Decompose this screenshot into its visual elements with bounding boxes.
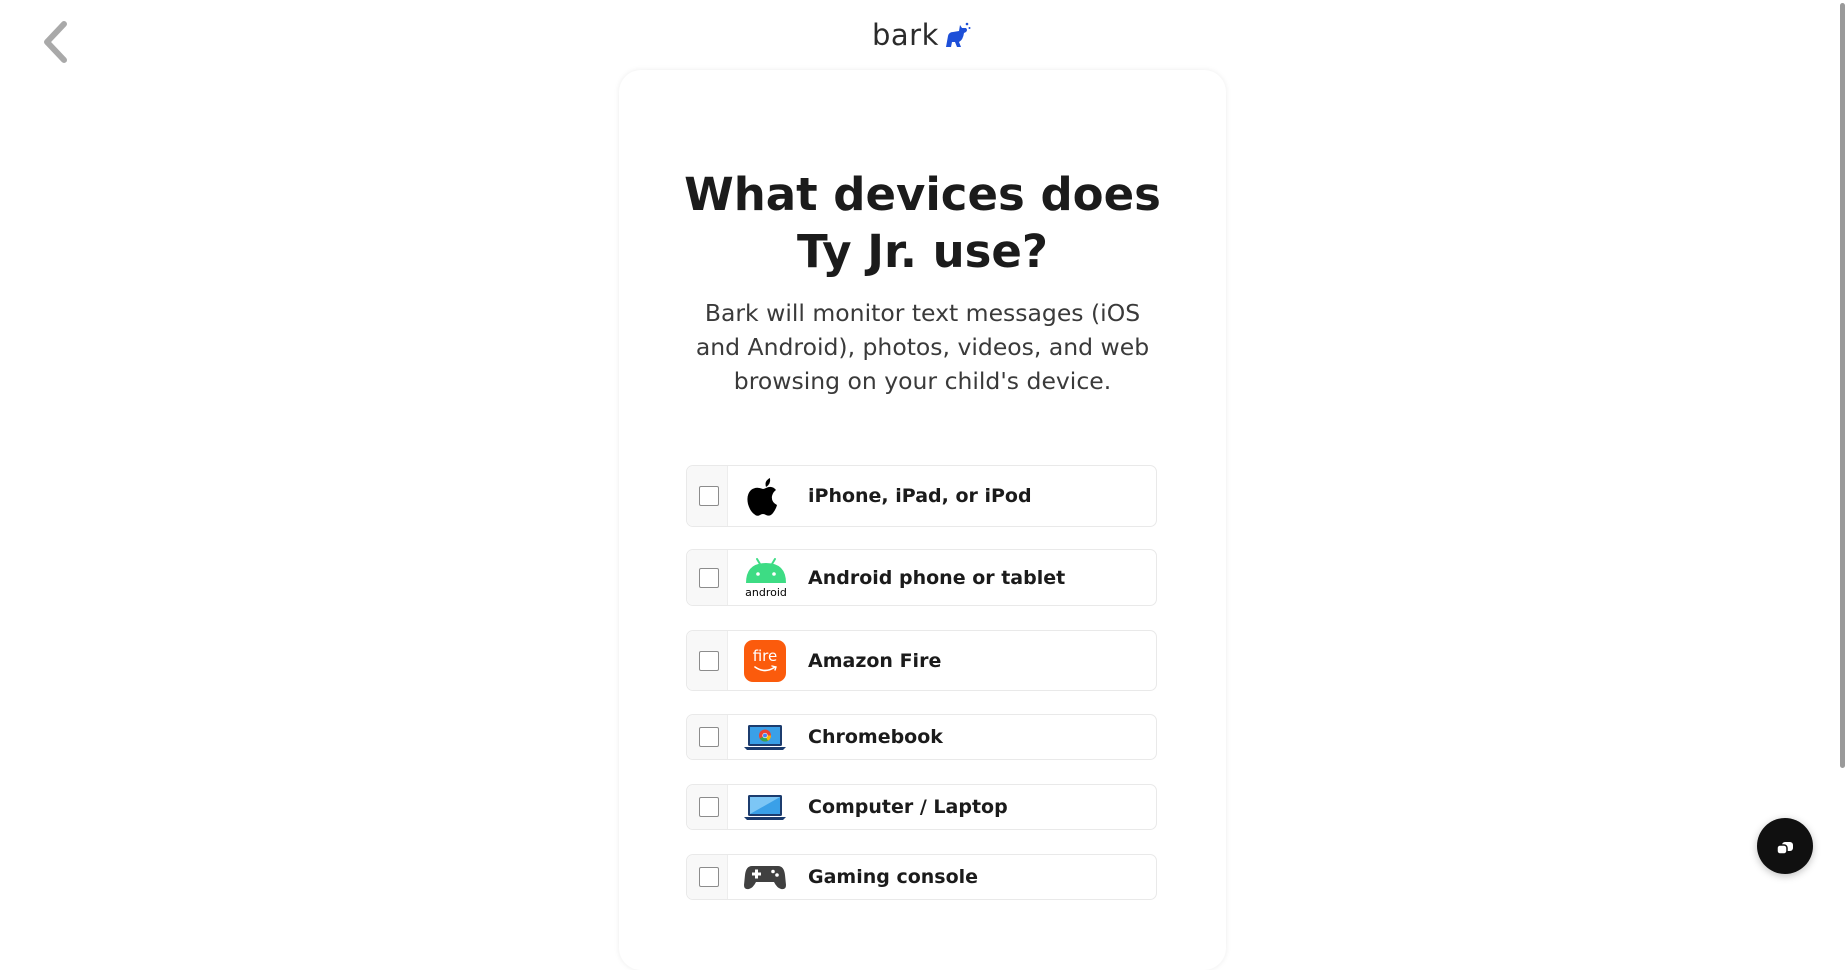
device-label: Android phone or tablet	[808, 566, 1066, 589]
device-option-amazon-fire[interactable]: fire Amazon Fire	[686, 630, 1157, 691]
bark-logo[interactable]: bark	[872, 18, 971, 52]
device-option-iphone[interactable]: iPhone, iPad, or iPod	[686, 465, 1157, 527]
device-label: Chromebook	[808, 726, 943, 748]
device-label: Amazon Fire	[808, 649, 942, 672]
scrollbar-thumb[interactable]	[1840, 3, 1845, 768]
checkbox-cell	[687, 466, 728, 526]
page-title: What devices does Ty Jr. use?	[619, 166, 1226, 280]
android-icon: android	[744, 556, 788, 600]
device-label: Computer / Laptop	[808, 796, 1008, 818]
device-option-gaming-console[interactable]: Gaming console	[686, 854, 1157, 900]
device-option-laptop[interactable]: Computer / Laptop	[686, 784, 1157, 830]
fire-wordmark: fire	[752, 646, 778, 665]
apple-icon	[744, 475, 782, 521]
device-label: Gaming console	[808, 866, 979, 888]
laptop-icon	[744, 793, 786, 825]
page-scrollbar[interactable]	[1838, 0, 1847, 907]
dog-icon	[945, 22, 971, 47]
back-button[interactable]	[38, 20, 76, 64]
checkbox-cell	[687, 550, 728, 605]
device-selection-card: What devices does Ty Jr. use? Bark will …	[619, 70, 1226, 970]
device-checkbox[interactable]	[699, 727, 719, 747]
checkbox-cell	[687, 715, 728, 759]
checkbox-cell	[687, 631, 728, 690]
checkbox-cell	[687, 855, 728, 899]
page-subtitle: Bark will monitor text messages (iOS and…	[695, 299, 1150, 395]
device-label: iPhone, iPad, or iPod	[808, 485, 1032, 507]
device-option-android[interactable]: android Android phone or tablet	[686, 549, 1157, 606]
device-checkbox[interactable]	[699, 650, 719, 671]
device-option-chromebook[interactable]: Chromebook	[686, 714, 1157, 760]
device-checkbox[interactable]	[699, 867, 719, 887]
amazon-fire-icon: fire	[744, 639, 786, 682]
device-checkbox[interactable]	[699, 486, 719, 506]
device-checkbox[interactable]	[699, 567, 719, 588]
chat-button[interactable]	[1757, 818, 1813, 874]
android-wordmark: android	[745, 585, 787, 599]
chromebook-icon	[744, 723, 786, 755]
chevron-left-icon	[44, 21, 67, 63]
checkbox-cell	[687, 785, 728, 829]
title-line-2: Ty Jr. use?	[796, 225, 1049, 278]
gamepad-icon	[744, 863, 786, 895]
brand-name: bark	[872, 18, 939, 52]
device-checkbox[interactable]	[699, 797, 719, 817]
chat-bubble-icon	[1776, 842, 1793, 855]
title-line-1: What devices does	[684, 168, 1161, 221]
